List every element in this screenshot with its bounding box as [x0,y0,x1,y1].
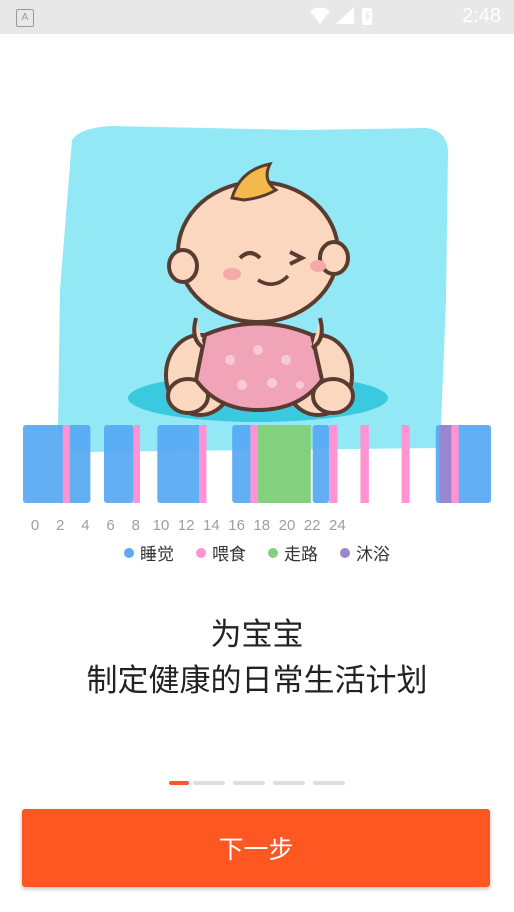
legend-label: 睡觉 [140,545,174,565]
timeline-bar-feed [62,425,70,503]
activity-legend: 睡觉 喂食 走路 沐浴 [0,540,514,565]
timeline-bar-feed [360,425,369,503]
axis-tick-label: 16 [228,517,245,534]
axis-tick-label: 22 [304,517,321,534]
page-dot [193,781,225,785]
axis-tick-label: 12 [178,517,195,534]
baby-illustration: 0 2 4 6 8 10 12 14 16 18 20 22 24 [23,126,491,534]
axis-tick-label: 24 [329,517,346,534]
baby-head [176,180,340,324]
page-dot [313,781,345,785]
page-dot-active [169,781,189,785]
page-dot [273,781,305,785]
page-dot [233,781,265,785]
timeline-bar-feed [250,425,258,503]
timeline-bar-feed [451,425,459,503]
legend-item-walk: 走路 [268,540,318,565]
legend-item-feed: 喂食 [196,540,246,565]
next-step-button[interactable]: 下一步 [22,809,490,887]
axis-tick-label: 10 [153,517,170,534]
axis-tick-label: 0 [31,517,39,534]
axis-tick-label: 2 [56,517,64,534]
axis-tick-label: 14 [203,517,220,534]
legend-item-bath: 沐浴 [340,540,390,565]
legend-label: 喂食 [212,545,246,565]
diaper [193,321,325,413]
axis-tick-label: 6 [106,517,114,534]
timeline-axis: 0 2 4 6 8 10 12 14 16 18 20 22 24 [31,517,346,534]
axis-tick-label: 4 [81,517,89,534]
headline-line-2: 制定健康的日常生活计划 [86,663,428,699]
legend-item-sleep: 睡觉 [124,540,174,565]
axis-tick-label: 18 [253,517,270,534]
legend-dot-feed [196,547,206,558]
headline: 为宝宝 制定健康的日常生活计划 [0,612,514,704]
timeline-bar-feed [133,425,140,503]
timeline-bar-bath [439,425,452,503]
timeline-bar-sleep [23,425,91,503]
legend-dot-bath [340,547,350,558]
axis-tick-label: 8 [132,517,140,534]
axis-tick-label: 20 [279,517,296,534]
legend-dot-sleep [124,547,134,558]
page-indicator [0,781,514,785]
timeline-bar-sleep [312,425,330,503]
headline-line-1: 为宝宝 [210,617,304,653]
legend-label: 走路 [284,545,318,565]
timeline-bar-feed [198,425,207,503]
timeline-bar-feed [329,425,338,503]
timeline-bar-feed [401,425,410,503]
timeline-bar-walk [257,425,311,503]
legend-label: 沐浴 [356,545,390,565]
legend-dot-walk [268,547,278,558]
timeline-bar-sleep [103,425,134,503]
